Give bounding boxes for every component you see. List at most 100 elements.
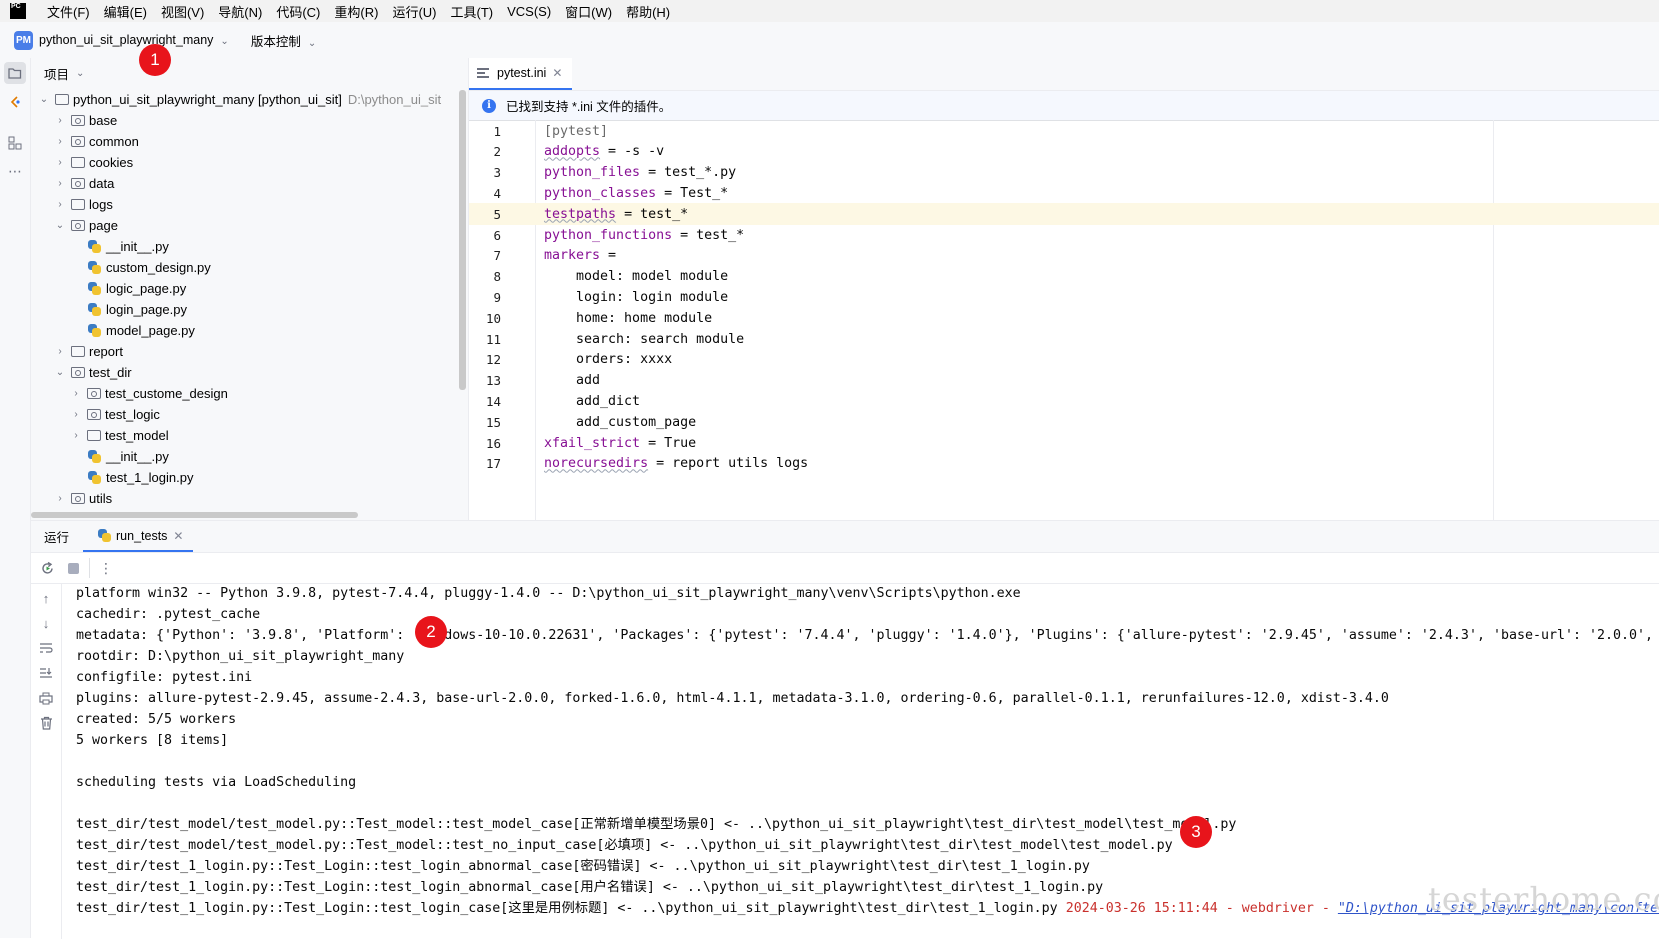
scroll-up-button[interactable]: ↑ (37, 589, 55, 607)
folder-icon (71, 156, 85, 168)
python-file-icon (88, 323, 101, 337)
tree-item-label: logs (89, 196, 113, 212)
code-line: 14 add_dict (469, 390, 1659, 412)
ini-value: = (600, 248, 617, 264)
banner-text: 已找到支持 *.ini 文件的插件。 (506, 100, 672, 114)
close-icon[interactable]: ✕ (552, 66, 562, 80)
clear-all-button[interactable] (37, 714, 55, 732)
console-line-last: test_dir/test_1_login.py::Test_Login::te… (76, 898, 1659, 919)
tree-root[interactable]: ⌄ python_ui_sit_playwright_many [python_… (37, 88, 441, 110)
vcs-label: 版本控制 (250, 34, 301, 49)
console-output[interactable]: platform win32 -- Python 3.9.8, pytest-7… (76, 583, 1659, 939)
menu-file[interactable]: 文件(F) (40, 2, 97, 21)
scroll-down-button[interactable]: ↓ (37, 614, 55, 632)
code-text: [pytest] (544, 124, 608, 139)
structure-tool-button[interactable] (4, 132, 26, 154)
tree-item-report[interactable]: › report (53, 340, 123, 362)
stop-button[interactable] (63, 558, 83, 578)
commit-tool-button[interactable] (4, 91, 26, 113)
tree-item-common[interactable]: › common (53, 130, 139, 152)
line-number: 3 (493, 165, 501, 181)
tree-item-model-page[interactable]: model_page.py (83, 319, 195, 341)
tree-item-data[interactable]: › data (53, 172, 114, 194)
scroll-to-end-button[interactable] (37, 664, 55, 682)
package-folder-icon (71, 492, 85, 504)
more-options-button[interactable]: ⋮ (89, 558, 116, 578)
tree-item-cookies[interactable]: › cookies (53, 151, 133, 173)
project-panel-header[interactable]: 项目 ⌄ (31, 58, 468, 88)
code-line: 9 login: login module (469, 286, 1659, 308)
rerun-button[interactable] (37, 558, 57, 578)
more-tools-button[interactable]: ⋯ (4, 160, 26, 182)
python-file-icon (88, 302, 101, 316)
ini-value: = report utils logs (648, 456, 809, 472)
ini-value: model: model module (544, 269, 729, 285)
menu-help[interactable]: 帮助(H) (619, 2, 677, 21)
print-icon (39, 692, 53, 704)
menu-bar: PC 文件(F) 编辑(E) 视图(V) 导航(N) 代码(C) 重构(R) 运… (0, 0, 1659, 22)
line-number: 16 (485, 435, 501, 451)
tree-item-label: utils (89, 490, 113, 506)
ini-key: python_functions (544, 227, 673, 243)
chevron-right-icon: › (58, 156, 62, 168)
menu-navigate[interactable]: 导航(N) (211, 2, 269, 21)
tree-item-test-logic[interactable]: › test_logic (69, 403, 160, 425)
tree-item-logs[interactable]: › logs (53, 193, 113, 215)
tree-item-page-init[interactable]: __init__.py (83, 235, 169, 257)
menu-run[interactable]: 运行(U) (385, 2, 443, 21)
more-vertical-icon: ⋮ (99, 559, 113, 576)
tree-item-custom-design[interactable]: custom_design.py (83, 256, 211, 278)
ini-key: python_files (544, 165, 641, 181)
chevron-down-icon: ⌄ (220, 36, 229, 47)
line-number: 7 (493, 248, 501, 264)
menu-tools[interactable]: 工具(T) (443, 2, 500, 21)
chevron-down-icon: ⌄ (39, 93, 49, 105)
tree-horizontal-scrollbar[interactable] (31, 512, 358, 518)
watermark: testerhome.com (1428, 880, 1659, 918)
vcs-widget[interactable]: 版本控制 ⌄ (251, 31, 316, 50)
tab-pytest-ini[interactable]: pytest.ini ✕ (469, 58, 573, 90)
line-number: 11 (485, 331, 501, 347)
code-line: 4 python_classes = Test_* (469, 182, 1659, 204)
menu-view[interactable]: 视图(V) (154, 2, 211, 21)
tree-item-base[interactable]: › base (53, 109, 117, 131)
code-line: 6 python_functions = test_* (469, 224, 1659, 246)
tree-vertical-scrollbar[interactable] (459, 90, 466, 390)
pycharm-logo-icon: PC (10, 3, 26, 19)
tree-item-login-page[interactable]: login_page.py (83, 298, 187, 320)
tree-item-test-custome-design[interactable]: › test_custome_design (69, 382, 228, 404)
menu-window[interactable]: 窗口(W) (558, 2, 619, 21)
code-area[interactable]: 1 [pytest] 2 addopts = -s -v 3 python_files =… (469, 120, 1659, 520)
line-number: 1 (493, 123, 501, 139)
annotation-marker-3: 3 (1180, 816, 1212, 848)
tab-run-tests[interactable]: run_tests ✕ (83, 521, 194, 552)
tree-item-label: base (89, 112, 118, 128)
line-number: 2 (493, 144, 501, 160)
tree-item-test-dir-init[interactable]: __init__.py (83, 445, 169, 467)
tree-item-test-1-login[interactable]: test_1_login.py (83, 466, 193, 488)
soft-wrap-button[interactable] (37, 639, 55, 657)
code-line: 10 home: home module (469, 307, 1659, 329)
run-panel: 运行 run_tests ✕ ⋮ ↑ ↓ platform win32 -- P… (31, 520, 1659, 939)
tree-item-utils[interactable]: › utils (53, 487, 112, 509)
python-file-icon (88, 281, 101, 295)
tree-item-test-dir[interactable]: ⌄ test_dir (53, 361, 132, 383)
menu-vcs[interactable]: VCS(S) (500, 4, 558, 19)
console-line-text: test_dir/test_1_login.py::Test_Login::te… (76, 901, 1066, 916)
menu-code[interactable]: 代码(C) (269, 2, 327, 21)
code-line: 11 search: search module (469, 328, 1659, 350)
project-panel: 项目 ⌄ ⌄ python_ui_sit_playwright_many [pyt… (31, 58, 469, 520)
root-name: python_ui_sit_playwright_many [python_ui… (73, 91, 342, 107)
tree-item-page[interactable]: ⌄ page (53, 214, 118, 236)
tree-item-test-model[interactable]: › test_model (69, 424, 168, 446)
structure-icon (8, 136, 22, 150)
editor: pytest.ini ✕ i 已找到支持 *.ini 文件的插件。 1 [pyte… (469, 58, 1659, 520)
arrow-down-icon: ↓ (42, 615, 50, 631)
menu-edit[interactable]: 编辑(E) (97, 2, 154, 21)
project-switcher[interactable]: python_ui_sit_playwright_many ⌄ (39, 33, 229, 47)
tree-item-logic-page[interactable]: logic_page.py (83, 277, 186, 299)
print-button[interactable] (37, 689, 55, 707)
menu-refactor[interactable]: 重构(R) (327, 2, 385, 21)
project-tool-button[interactable] (4, 62, 26, 84)
close-icon[interactable]: ✕ (173, 529, 183, 543)
